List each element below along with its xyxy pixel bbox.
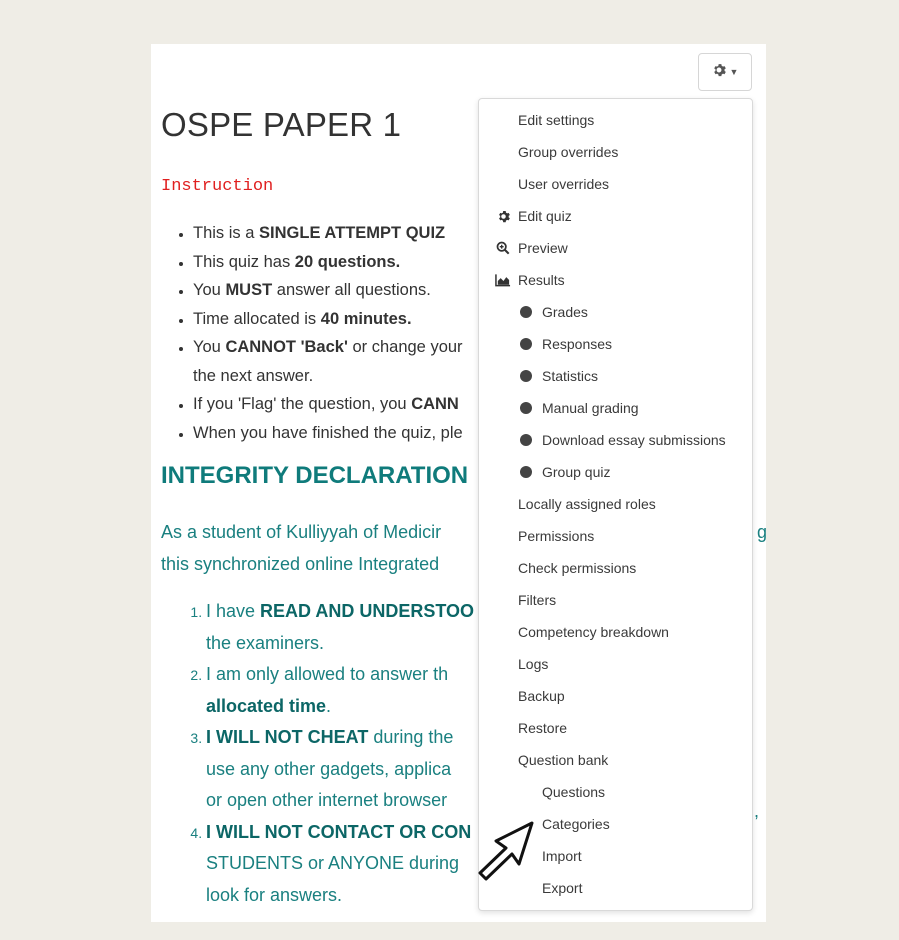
- menu-item-edit-settings[interactable]: Edit settings: [479, 105, 752, 135]
- menu-item-label: Filters: [518, 592, 557, 608]
- menu-item-permissions[interactable]: Permissions: [479, 521, 752, 551]
- menu-item-label: Competency breakdown: [518, 624, 669, 640]
- bullet-dot-icon: [520, 466, 532, 478]
- actions-dropdown-menu: Edit settings Group overrides User overrid…: [478, 98, 753, 911]
- gear-icon: [712, 63, 726, 82]
- menu-item-results[interactable]: Results: [479, 265, 752, 295]
- zoom-icon: [495, 240, 511, 256]
- declaration-line-1: As a student of Kulliyyah of Medicir: [161, 522, 442, 542]
- menu-item-label: Manual grading: [542, 400, 639, 416]
- menu-item-label: Results: [518, 272, 565, 288]
- bullet-dot-icon: [520, 338, 532, 350]
- page-title: OSPE PAPER 1: [161, 106, 402, 143]
- menu-item-check-permissions[interactable]: Check permissions: [479, 553, 752, 583]
- menu-item-label: Download essay submissions: [542, 432, 726, 448]
- area-chart-icon: [495, 272, 511, 288]
- menu-item-label: Group overrides: [518, 144, 619, 160]
- menu-item-label: Question bank: [518, 752, 609, 768]
- menu-item-grades[interactable]: Grades: [479, 297, 752, 327]
- chevron-down-icon: ▼: [729, 67, 739, 77]
- menu-item-label: Edit settings: [518, 112, 595, 128]
- menu-item-restore[interactable]: Restore: [479, 713, 752, 743]
- menu-item-locally-assigned-roles[interactable]: Locally assigned roles: [479, 489, 752, 519]
- declaration-line-1-tail: g: [757, 522, 766, 542]
- menu-item-questions[interactable]: Questions: [479, 777, 752, 807]
- menu-item-label: Grades: [542, 304, 588, 320]
- bullet-dot-icon: [520, 370, 532, 382]
- menu-item-backup[interactable]: Backup: [479, 681, 752, 711]
- menu-item-user-overrides[interactable]: User overrides: [479, 169, 752, 199]
- menu-item-label: Responses: [542, 336, 613, 352]
- menu-item-edit-quiz[interactable]: Edit quiz: [479, 201, 752, 231]
- menu-item-question-bank[interactable]: Question bank: [479, 745, 752, 775]
- menu-item-label: Statistics: [542, 368, 599, 384]
- menu-item-label: Categories: [542, 816, 610, 832]
- menu-item-label: Check permissions: [518, 560, 637, 576]
- menu-item-label: Edit quiz: [518, 208, 572, 224]
- pledge-tail-comma: ,: [754, 801, 760, 821]
- menu-item-label: Questions: [542, 784, 606, 800]
- menu-item-statistics[interactable]: Statistics: [479, 361, 752, 391]
- menu-item-label: Backup: [518, 688, 565, 704]
- menu-item-label: Preview: [518, 240, 568, 256]
- mouse-pointer-icon: [478, 821, 534, 881]
- menu-item-group-overrides[interactable]: Group overrides: [479, 137, 752, 167]
- bullet-dot-icon: [520, 306, 532, 318]
- menu-item-preview[interactable]: Preview: [479, 233, 752, 263]
- bullet-dot-icon: [520, 434, 532, 446]
- menu-item-competency-breakdown[interactable]: Competency breakdown: [479, 617, 752, 647]
- actions-menu-button[interactable]: ▼: [698, 53, 752, 91]
- menu-item-group-quiz[interactable]: Group quiz: [479, 457, 752, 487]
- menu-item-label: Import: [542, 848, 582, 864]
- menu-item-label: Restore: [518, 720, 568, 736]
- menu-item-label: Logs: [518, 656, 549, 672]
- menu-item-label: User overrides: [518, 176, 610, 192]
- instruction-label: Instruction: [161, 177, 274, 196]
- menu-item-responses[interactable]: Responses: [479, 329, 752, 359]
- menu-item-filters[interactable]: Filters: [479, 585, 752, 615]
- bullet-dot-icon: [520, 402, 532, 414]
- gear-icon: [495, 208, 511, 224]
- integrity-heading: INTEGRITY DECLARATION: [161, 462, 469, 489]
- menu-item-label: Locally assigned roles: [518, 496, 656, 512]
- menu-item-manual-grading[interactable]: Manual grading: [479, 393, 752, 423]
- menu-item-logs[interactable]: Logs: [479, 649, 752, 679]
- menu-item-label: Permissions: [518, 528, 595, 544]
- menu-item-label: Group quiz: [542, 464, 611, 480]
- menu-item-label: Export: [542, 880, 583, 896]
- menu-item-download-essay-submissions[interactable]: Download essay submissions: [479, 425, 752, 455]
